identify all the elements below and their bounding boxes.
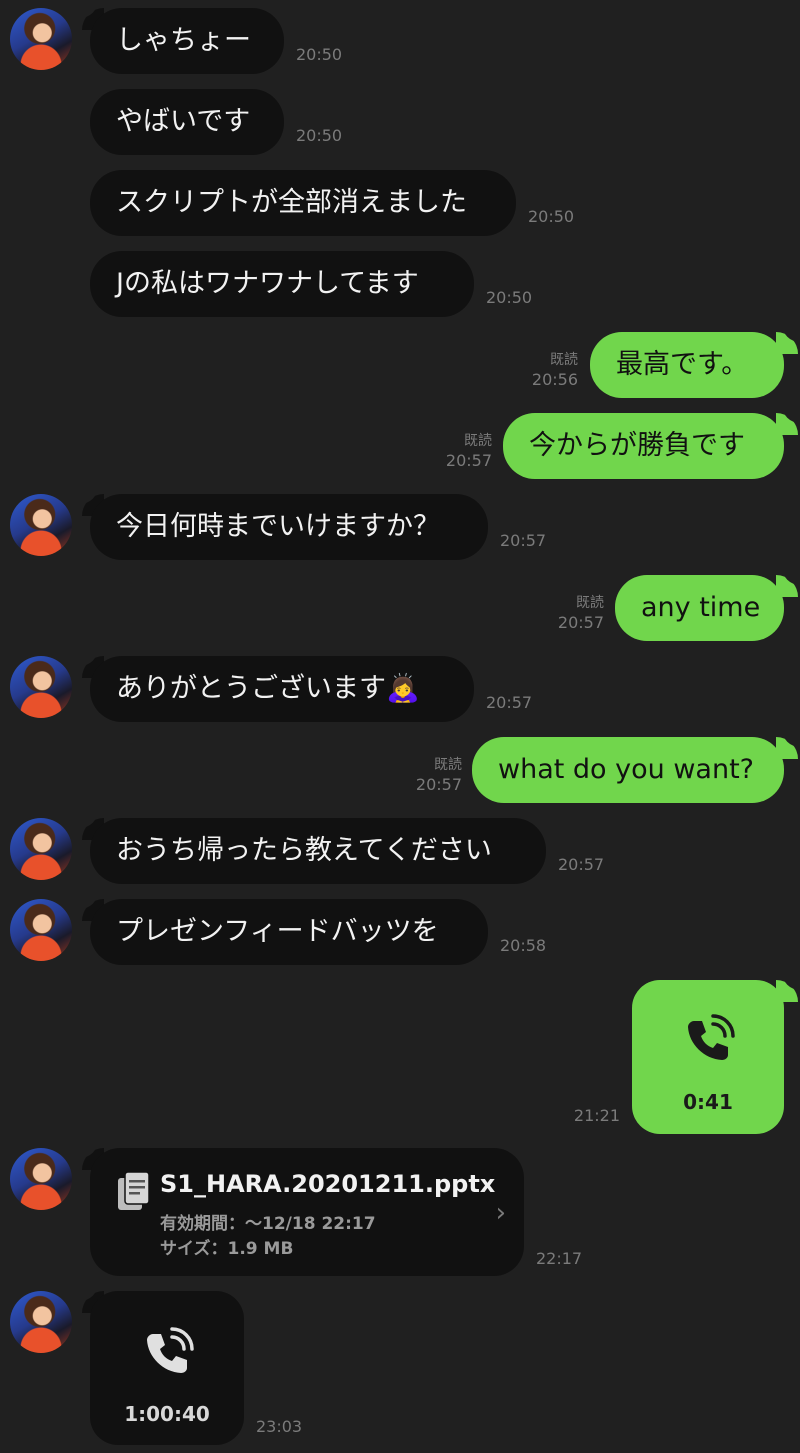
call-message-row: 21:21 0:41 xyxy=(0,972,800,1135)
document-icon xyxy=(118,1171,150,1210)
message-time: 20:57 xyxy=(445,451,492,470)
read-receipt: 既読 xyxy=(576,595,604,611)
avatar[interactable] xyxy=(10,494,72,556)
message-row: 既読 20:57 what do you want? xyxy=(0,729,800,807)
message-bubble[interactable]: やばいです xyxy=(90,89,284,155)
message-bubble[interactable]: おうち帰ったら教えてください xyxy=(90,818,546,884)
avatar[interactable] xyxy=(10,8,72,70)
chevron-right-icon: › xyxy=(495,1198,506,1228)
voice-call-bubble[interactable]: 0:41 xyxy=(632,980,784,1134)
message-bubble[interactable]: プレゼンフィードバッツを xyxy=(90,899,488,965)
message-time: 20:57 xyxy=(486,693,533,712)
message-time: 22:17 xyxy=(536,1249,583,1268)
message-row: Jの私はワナワナしてます 20:50 xyxy=(0,251,800,321)
call-duration: 1:00:40 xyxy=(124,1402,210,1426)
message-bubble[interactable]: 最高です。 xyxy=(590,332,784,398)
voice-call-bubble[interactable]: 1:00:40 xyxy=(90,1291,244,1445)
avatar[interactable] xyxy=(10,899,72,961)
phone-call-icon xyxy=(147,1327,194,1373)
message-row: 既読 20:57 any time xyxy=(0,567,800,645)
message-time: 20:50 xyxy=(296,126,343,145)
message-row: しゃちょー 20:50 xyxy=(0,0,800,78)
call-duration: 0:41 xyxy=(683,1090,733,1114)
message-row: やばいです 20:50 xyxy=(0,89,800,159)
read-receipt: 既読 xyxy=(464,433,492,449)
message-time: 20:57 xyxy=(500,531,547,550)
message-time: 20:58 xyxy=(500,936,547,955)
message-time: 20:57 xyxy=(557,613,604,632)
message-bubble[interactable]: what do you want? xyxy=(472,737,784,803)
message-bubble[interactable]: Jの私はワナワナしてます xyxy=(90,251,474,317)
file-name: S1_HARA.20201211.pptx xyxy=(160,1170,496,1198)
message-bubble[interactable]: しゃちょー xyxy=(90,8,284,74)
phone-call-icon xyxy=(688,1014,735,1060)
message-bubble[interactable]: ありがとうございます🙇‍♀️ xyxy=(90,656,474,722)
message-row: ありがとうございます🙇‍♀️ 20:57 xyxy=(0,648,800,726)
message-time: 20:50 xyxy=(528,207,575,226)
file-size: サイズ：1.9 MB xyxy=(160,1239,294,1259)
message-time: 21:21 xyxy=(573,1106,620,1125)
message-row: 今日何時までいけますか？ 20:57 xyxy=(0,486,800,564)
message-time: 20:56 xyxy=(531,370,578,389)
message-row: スクリプトが全部消えました 20:50 xyxy=(0,170,800,240)
message-bubble[interactable]: 今日何時までいけますか？ xyxy=(90,494,488,560)
message-row: 既読 20:57 今からが勝負です xyxy=(0,405,800,483)
call-message-row: 1:00:40 23:03 xyxy=(0,1283,800,1446)
read-receipt: 既読 xyxy=(434,757,462,773)
message-time: 20:57 xyxy=(558,855,605,874)
message-row: プレゼンフィードバッツを 20:58 xyxy=(0,891,800,969)
avatar[interactable] xyxy=(10,1148,72,1210)
message-time: 20:50 xyxy=(486,288,533,307)
message-bubble[interactable]: 今からが勝負です xyxy=(503,413,784,479)
message-row: おうち帰ったら教えてください 20:57 xyxy=(0,810,800,888)
message-bubble[interactable]: any time xyxy=(615,575,784,641)
file-message-row: S1_HARA.20201211.pptx 有効期間：～12/18 22:17 … xyxy=(0,1140,800,1278)
avatar[interactable] xyxy=(10,818,72,880)
read-receipt: 既読 xyxy=(550,352,578,368)
file-expiry: 有効期間：～12/18 22:17 xyxy=(160,1214,376,1234)
message-time: 23:03 xyxy=(256,1417,303,1436)
message-bubble[interactable]: スクリプトが全部消えました xyxy=(90,170,516,236)
message-row: 既読 20:56 最高です。 xyxy=(0,324,800,402)
file-attachment[interactable]: S1_HARA.20201211.pptx 有効期間：～12/18 22:17 … xyxy=(90,1148,524,1276)
message-time: 20:50 xyxy=(296,45,343,64)
avatar[interactable] xyxy=(10,1291,72,1353)
avatar[interactable] xyxy=(10,656,72,718)
message-time: 20:57 xyxy=(415,775,462,794)
